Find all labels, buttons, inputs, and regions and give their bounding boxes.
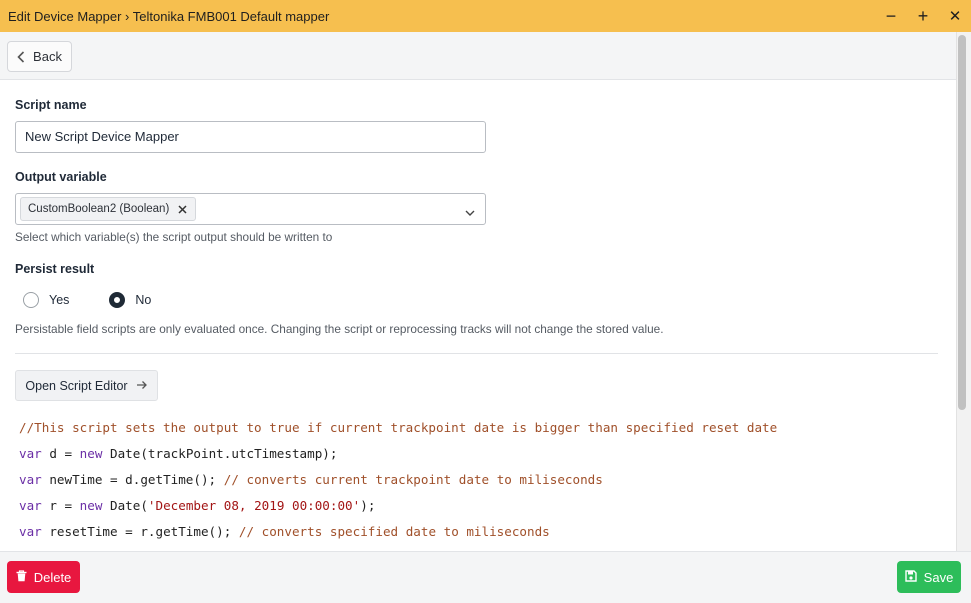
selected-variable-text: CustomBoolean2 (Boolean): [28, 203, 170, 215]
maximize-icon[interactable]: +: [907, 0, 939, 32]
code-comment: // converts specified date to milisecond…: [238, 524, 550, 539]
minimize-icon[interactable]: −: [875, 0, 907, 32]
toolbar: Back: [0, 32, 956, 80]
trash-icon: [16, 569, 27, 585]
persist-yes-label[interactable]: Yes: [49, 293, 69, 307]
code-string: 'December 08, 2019 00:00:00': [147, 498, 361, 513]
script-name-input[interactable]: New Script Device Mapper: [15, 121, 486, 153]
delete-button-label: Delete: [33, 569, 72, 585]
persist-no-radio[interactable]: [109, 292, 126, 308]
selected-variable-chip: CustomBoolean2 (Boolean): [20, 197, 197, 221]
close-icon[interactable]: ✕: [939, 0, 971, 32]
persist-yes-radio[interactable]: [23, 292, 39, 308]
code-line: var newTime = d.getTime(); // converts c…: [19, 470, 939, 496]
script-code-preview[interactable]: //This script sets the output to true if…: [19, 418, 939, 548]
output-variable-label: Output variable: [15, 170, 107, 184]
scrollbar-thumb[interactable]: [958, 35, 966, 410]
back-button[interactable]: Back: [7, 41, 72, 72]
delete-button[interactable]: Delete: [7, 561, 80, 593]
form-content: Script name New Script Device Mapper Out…: [0, 81, 956, 551]
code-keyword: var: [19, 524, 42, 539]
persist-no-label[interactable]: No: [135, 293, 151, 307]
code-text: resetTime = r.getTime();: [41, 524, 239, 539]
persist-result-label: Persist result: [15, 262, 95, 276]
chevron-down-icon[interactable]: [465, 204, 475, 222]
remove-chip-icon[interactable]: [178, 202, 187, 216]
persist-help: Persistable field scripts are only evalu…: [15, 322, 664, 336]
code-keyword: new: [79, 498, 103, 513]
code-text: r =: [41, 498, 80, 513]
open-script-editor-label: Open Script Editor: [25, 378, 128, 393]
code-keyword: var: [19, 446, 42, 461]
output-variable-help: Select which variable(s) the script outp…: [15, 230, 333, 244]
code-text: Date(trackPoint.utcTimestamp);: [102, 446, 338, 461]
open-script-editor-button[interactable]: Open Script Editor: [15, 370, 158, 401]
arrow-right-icon: [136, 379, 148, 393]
save-button-label: Save: [923, 569, 954, 585]
chevron-left-icon: [17, 50, 25, 63]
script-name-label: Script name: [15, 98, 87, 112]
divider: [15, 353, 938, 354]
code-text: );: [360, 498, 376, 513]
code-keyword: var: [19, 498, 42, 513]
code-text: newTime = d.getTime();: [41, 472, 224, 487]
persist-radio-group: Yes No: [23, 292, 151, 308]
window-titlebar: Edit Device Mapper › Teltonika FMB001 De…: [0, 0, 971, 32]
code-comment: //This script sets the output to true if…: [19, 420, 778, 435]
window-title: Edit Device Mapper › Teltonika FMB001 De…: [8, 8, 330, 24]
save-icon: [904, 569, 917, 585]
code-line: var d = new Date(trackPoint.utcTimestamp…: [19, 444, 939, 470]
code-text: Date(: [102, 498, 148, 513]
code-comment: // converts current trackpoint date to m…: [223, 472, 603, 487]
footer-bar: Delete Save: [0, 551, 971, 603]
code-line: var r = new Date('December 08, 2019 00:0…: [19, 496, 939, 522]
output-variable-select[interactable]: CustomBoolean2 (Boolean): [15, 193, 486, 225]
code-keyword: new: [79, 446, 103, 461]
back-button-label: Back: [33, 49, 62, 64]
code-line: //This script sets the output to true if…: [19, 418, 939, 444]
code-keyword: var: [19, 472, 42, 487]
code-line: var resetTime = r.getTime(); // converts…: [19, 522, 939, 548]
save-button[interactable]: Save: [897, 561, 961, 593]
code-text: d =: [41, 446, 80, 461]
